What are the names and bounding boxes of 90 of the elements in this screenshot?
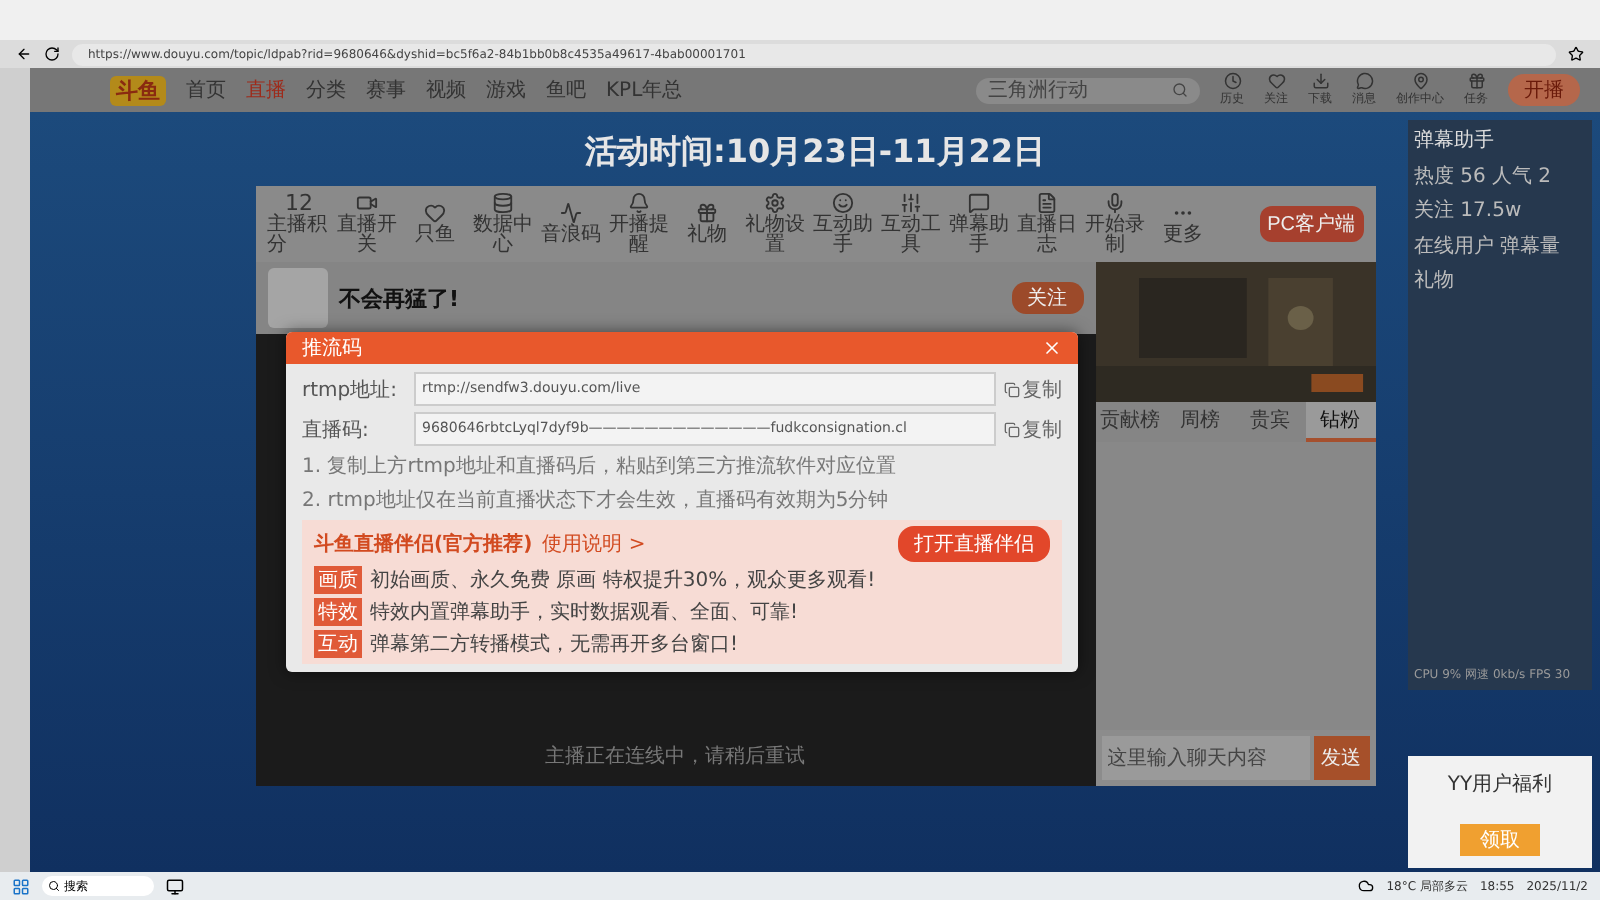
score-display: 12 主播积分 (267, 192, 329, 256)
tool-button[interactable]: 互动工具 (879, 192, 943, 256)
search-icon (48, 880, 60, 892)
tool-icon (1036, 192, 1058, 214)
action-icon (1223, 72, 1241, 90)
monitor-icon[interactable] (166, 877, 184, 895)
action-icon (1311, 72, 1329, 90)
tool-button[interactable]: 音浪码 (539, 202, 603, 246)
feature-text: 弹幕第二方转播模式，无需再开多台窗口! (370, 631, 739, 658)
site-logo[interactable]: 斗鱼 (110, 75, 166, 105)
tool-button[interactable]: 互动助手 (811, 192, 875, 256)
back-icon[interactable] (16, 46, 32, 62)
pc-client-button[interactable]: PC客户端 (1259, 206, 1363, 242)
action-icon (1267, 72, 1285, 90)
copy-button[interactable]: 复制 (1004, 375, 1062, 403)
close-icon[interactable] (1042, 338, 1062, 358)
panel-tab[interactable]: 弹幕量 (1500, 232, 1560, 260)
tool-icon (424, 202, 446, 224)
chat-tab[interactable]: 贵宾 (1235, 402, 1305, 442)
promo-title: 斗鱼直播伴侣(官方推荐) (314, 530, 533, 558)
tool-button[interactable]: 数据中心 (471, 192, 535, 256)
tool-button[interactable]: 礼物 (675, 202, 739, 246)
tool-icon (832, 192, 854, 214)
action-icon (1355, 72, 1373, 90)
tool-button[interactable]: 开播提醒 (607, 192, 671, 256)
field-label: 直播码: (302, 417, 371, 443)
room-title: 不会再猛了! (339, 283, 460, 313)
note-text: 1. 复制上方rtmp地址和直播码后，粘贴到第三方推流软件对应位置 (302, 453, 898, 480)
tool-icon (764, 192, 786, 214)
chat-tab[interactable]: 钻粉 (1305, 402, 1375, 442)
stage-message: 主播正在连线中，请稍后重试 (545, 743, 805, 770)
help-link[interactable]: 使用说明 > (542, 530, 646, 558)
feature-text: 特效内置弹幕助手，实时数据观看、全面、可靠! (370, 599, 799, 626)
stat-text: 人气 2 (1491, 164, 1551, 190)
avatar (267, 268, 327, 328)
copy-icon (1004, 421, 1020, 437)
tool-button[interactable]: 礼物设置 (743, 192, 807, 256)
tool-button[interactable]: 直播日志 (1015, 192, 1079, 256)
nav-link[interactable]: 首页 (186, 76, 226, 104)
tool-icon (696, 202, 718, 224)
field-label: rtmp地址: (302, 377, 399, 403)
feature-tag: 特效 (314, 598, 362, 626)
tool-icon (1104, 192, 1126, 214)
nav-link[interactable]: 视频 (426, 76, 466, 104)
search-icon[interactable] (1172, 82, 1188, 98)
claim-button[interactable]: 领取 (1460, 823, 1540, 855)
tool-button[interactable]: 只鱼 (403, 202, 467, 246)
nav-link[interactable]: 赛事 (366, 76, 406, 104)
stat-text: 热度 56 (1414, 163, 1486, 190)
follow-button[interactable]: 关注 (1011, 282, 1083, 314)
cloud-icon (1358, 878, 1375, 894)
copy-button[interactable]: 复制 (1004, 415, 1062, 443)
tool-icon (900, 192, 922, 214)
panel-tab[interactable]: 礼物 (1414, 266, 1454, 294)
action-icon (1467, 72, 1485, 90)
nav-link[interactable]: 鱼吧 (546, 76, 586, 104)
chat-input[interactable]: 这里输入聊天内容 (1101, 736, 1309, 780)
tool-button[interactable]: 开始录制 (1083, 192, 1147, 256)
live-button[interactable]: 开播 (1508, 74, 1580, 106)
tool-button[interactable]: 更多 (1151, 202, 1215, 246)
refresh-icon[interactable] (44, 46, 60, 62)
tool-icon (968, 192, 990, 214)
open-app-button[interactable]: 打开直播伴侣 (898, 526, 1050, 562)
tool-icon (628, 192, 650, 214)
action-icon (1411, 72, 1429, 90)
tool-button[interactable]: 弹幕助手 (947, 192, 1011, 256)
search-field[interactable]: 三角洲行动 (976, 77, 1200, 103)
tool-button[interactable]: 直播开关 (335, 192, 399, 256)
nav-link[interactable]: 游戏 (486, 76, 526, 104)
panel-title: 弹幕助手 (1414, 127, 1496, 154)
start-icon[interactable] (12, 877, 30, 895)
feature-tag: 互动 (314, 630, 362, 658)
event-period: 活动时间:10月23日-11月22日 (584, 132, 1046, 174)
send-button[interactable]: 发送 (1313, 736, 1369, 780)
tool-icon (560, 202, 582, 224)
tool-icon (492, 192, 514, 214)
feature-text: 初始画质、永久免费 原画 特权提升30%，观众更多观看! (370, 567, 876, 594)
nav-link[interactable]: 分类 (306, 76, 346, 104)
notification-title: YY用户福利 (1447, 771, 1553, 797)
chat-tab[interactable]: 贡献榜 (1095, 402, 1165, 442)
stat-text: 关注 17.5w (1414, 197, 1522, 224)
tool-icon (356, 192, 378, 214)
panel-tab[interactable]: 在线用户 (1414, 232, 1494, 260)
copy-icon (1004, 381, 1020, 397)
feature-tag: 画质 (314, 566, 362, 594)
note-text: 2. rtmp地址仅在当前直播状态下才会生效，直播码有效期为5分钟 (302, 487, 891, 514)
favorite-icon[interactable] (1568, 46, 1584, 62)
chat-tab[interactable]: 周榜 (1165, 402, 1235, 442)
dialog-title: 推流码 (302, 335, 362, 362)
nav-link[interactable]: KPL年总 (606, 76, 683, 104)
